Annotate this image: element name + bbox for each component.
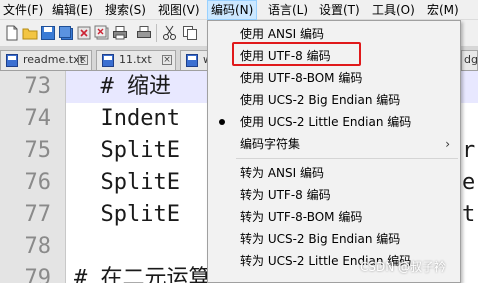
tab-label: dg <box>464 53 478 66</box>
menu-encoding[interactable]: 编码(N) <box>207 0 258 20</box>
close-file-icon[interactable] <box>76 25 92 41</box>
menu-file[interactable]: 文件(F) <box>0 0 46 20</box>
menu-item-label: 编码字符集 <box>240 137 301 151</box>
menu-item-label: 转为 ANSI 编码 <box>240 166 324 180</box>
menu-item-label: 使用 UCS-2 Big Endian 编码 <box>240 93 401 107</box>
toolbar-separator <box>156 24 157 42</box>
close-tab-icon[interactable]: × <box>162 55 172 65</box>
code-fragment: e <box>462 170 476 195</box>
menu-item-charset[interactable]: 编码字符集 › <box>208 133 460 155</box>
line-number-gutter: 73 74 75 76 77 78 79 <box>0 71 66 283</box>
copy-icon[interactable] <box>182 25 198 41</box>
tab-readme[interactable]: readme.txt × <box>0 50 92 70</box>
document-icon <box>6 54 18 67</box>
menu-item-convert-ansi[interactable]: 转为 ANSI 编码 <box>208 162 460 184</box>
menu-macro[interactable]: 宏(M) <box>424 0 462 20</box>
menu-tools[interactable]: 工具(O) <box>369 0 418 20</box>
open-folder-icon[interactable] <box>22 25 38 41</box>
menu-view[interactable]: 视图(V) <box>155 0 203 20</box>
print-preview-icon[interactable] <box>136 25 152 41</box>
close-tab-icon[interactable]: × <box>78 55 88 65</box>
document-icon <box>102 54 114 67</box>
line-number: 78 <box>24 234 52 259</box>
code-line: SplitE <box>74 202 180 227</box>
line-number: 74 <box>24 106 52 131</box>
code-line: Indent <box>74 106 180 131</box>
line-number: 73 <box>24 74 52 99</box>
code-fragment: r <box>462 138 476 163</box>
menu-item-use-ucs2-le[interactable]: 使用 UCS-2 Little Endian 编码 <box>208 111 460 133</box>
menu-item-convert-utf8[interactable]: 转为 UTF-8 编码 <box>208 184 460 206</box>
menu-edit[interactable]: 编辑(E) <box>49 0 96 20</box>
code-line: SplitE <box>74 138 180 163</box>
watermark: CSDN @叔子衿 <box>360 260 447 274</box>
tab-wi[interactable]: wi <box>180 50 210 70</box>
line-number: 75 <box>24 138 52 163</box>
code-line: # 缩进 <box>74 74 171 99</box>
line-number: 77 <box>24 202 52 227</box>
menu-item-label: 转为 UCS-2 Big Endian 编码 <box>240 232 401 246</box>
menu-item-use-utf8-bom[interactable]: 使用 UTF-8-BOM 编码 <box>208 67 460 89</box>
menu-item-label: 使用 UCS-2 Little Endian 编码 <box>240 115 412 129</box>
menu-item-use-ucs2-be[interactable]: 使用 UCS-2 Big Endian 编码 <box>208 89 460 111</box>
menu-item-label: 使用 ANSI 编码 <box>240 27 324 41</box>
menu-item-convert-ucs2-be[interactable]: 转为 UCS-2 Big Endian 编码 <box>208 228 460 250</box>
chevron-right-icon: › <box>445 137 450 151</box>
save-all-icon[interactable] <box>58 25 74 41</box>
tab-dg[interactable]: dg <box>461 50 478 70</box>
selected-bullet-icon <box>219 119 225 125</box>
code-line: SplitE <box>74 170 180 195</box>
menu-language[interactable]: 语言(L) <box>265 0 311 20</box>
document-icon <box>186 54 198 67</box>
line-number: 79 <box>24 266 52 283</box>
cut-icon[interactable] <box>162 25 178 41</box>
tab-label: 11.txt <box>119 53 152 66</box>
line-number: 76 <box>24 170 52 195</box>
print-icon[interactable] <box>112 25 128 41</box>
close-all-icon[interactable] <box>94 25 110 41</box>
menu-item-label: 使用 UTF-8-BOM 编码 <box>240 71 363 85</box>
menu-separator <box>236 158 458 159</box>
new-file-icon[interactable] <box>4 25 20 41</box>
menu-item-convert-utf8-bom[interactable]: 转为 UTF-8-BOM 编码 <box>208 206 460 228</box>
tab-11[interactable]: 11.txt × <box>96 50 176 70</box>
highlight-annotation-box <box>232 42 361 66</box>
menu-item-label: 转为 UTF-8-BOM 编码 <box>240 210 363 224</box>
menu-settings[interactable]: 设置(T) <box>316 0 363 20</box>
code-fragment: t <box>462 202 476 227</box>
menu-bar: 文件(F) 编辑(E) 搜索(S) 视图(V) 编码(N) 语言(L) 设置(T… <box>0 0 478 20</box>
menu-search[interactable]: 搜索(S) <box>102 0 149 20</box>
save-icon[interactable] <box>40 25 56 41</box>
menu-item-label: 转为 UTF-8 编码 <box>240 188 331 202</box>
tab-label: readme.txt <box>23 53 84 66</box>
